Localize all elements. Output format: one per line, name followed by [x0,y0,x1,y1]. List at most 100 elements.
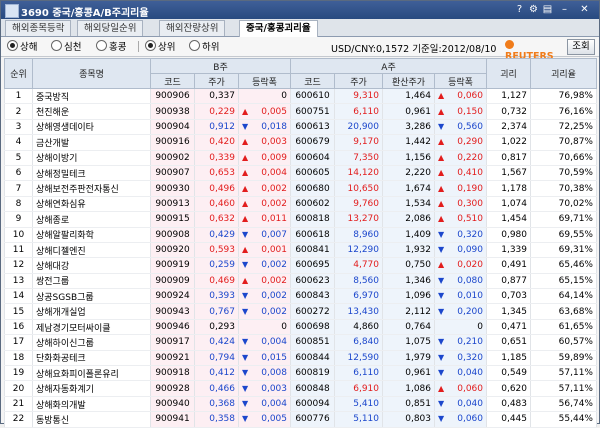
cell-b-price: 0,293 [194,319,239,336]
cell-a-code: 600679 [290,134,335,151]
radio-top[interactable]: 상위 [145,40,175,53]
up-arrow-icon: ▲ [438,106,445,116]
settings-icon[interactable]: ⚙ [528,4,539,15]
table-row[interactable]: 3 상해영생데이타 900904 0,912 ▼ 0,018 600613 20,900 3,2… [4,119,597,136]
table-row[interactable]: 20 상해자동화계기 900928 0,466 ▼ 0,003 600848 6,910 1,0… [4,380,597,397]
cell-gap: 0,549 [486,365,531,382]
radio-bottom[interactable]: 하위 [189,40,219,53]
down-arrow-icon: ▼ [438,337,445,347]
cell-b-price: 0,912 [194,119,239,136]
table-row[interactable]: 22 동방통신 900941 0,358 ▼ 0,005 600776 5,110 0,803 ▼… [4,411,597,428]
table-row[interactable]: 17 상해하이신그룹 900917 0,424 ▼ 0,004 600851 6,840 1,0… [4,334,597,351]
cell-a-converted: 1,442 [382,134,435,151]
cell-a-converted: 2,112 [382,303,435,320]
table-row[interactable]: 11 상해디젤엔진 900920 0,593 ▲ 0,001 600841 12,290 1,9… [4,242,597,259]
cell-rank: 8 [4,196,33,213]
tab-overseas-volume-top[interactable]: 해외잔량상위 [159,20,226,36]
header-b-change[interactable]: 등락폭 [238,73,291,89]
down-arrow-icon: ▼ [242,414,249,424]
help-icon[interactable]: ? [514,4,525,15]
cell-b-price: 0,460 [194,196,239,213]
menu-icon[interactable]: ▤ [542,4,553,15]
search-button[interactable]: 조회 [567,39,595,55]
cell-name: 상해하이신그룹 [32,334,151,351]
tab-overseas-change[interactable]: 해외종목등락 [5,20,72,36]
minimize-icon[interactable]: – [559,4,570,15]
table-row[interactable]: 8 상해연화심유 900913 0,460 ▲ 0,002 600602 9,760 1,534… [4,196,597,213]
cell-gap-rate: 64,14% [530,288,597,305]
radio-hongkong[interactable]: 홍콩 [96,40,126,53]
header-gap[interactable]: 괴리 [486,58,531,89]
cell-b-change: ▼ 0,005 [238,411,291,428]
down-arrow-icon: ▼ [242,229,249,239]
header-a-code[interactable]: 코드 [290,73,335,89]
cell-a-code: 600818 [290,211,335,228]
radio-shanghai[interactable]: 상해 [7,40,37,53]
table-row[interactable]: 10 상해알팔리화학 900908 0,429 ▼ 0,007 600618 8,960 1,4… [4,227,597,243]
tab-china-hk-gap[interactable]: 중국/홍콩괴리율 [239,20,318,37]
up-arrow-icon: ▲ [438,91,445,101]
cell-a-code: 600610 [290,88,335,105]
cell-a-code: 600272 [290,303,335,320]
close-icon[interactable]: ✕ [579,4,590,15]
table-row[interactable]: 4 금산개발 900916 0,420 ▲ 0,003 600679 9,170 1,442 ▲ 0… [4,134,597,151]
header-bshare: B주 [150,58,291,74]
table-row[interactable]: 16 제남경기모터싸이클 900946 0,293 0 600698 4,860 0,764 0… [4,319,597,336]
cell-gap-rate: 70,59% [530,165,597,182]
header-b-code[interactable]: 코드 [150,73,195,89]
cell-gap: 1,345 [486,303,531,320]
radio-shenzhen[interactable]: 심천 [51,40,81,53]
title-bar[interactable]: 3690 중국/홍콩A/B주괴리율 ? ⚙ ▤ – ✕ [1,1,599,19]
table-row[interactable]: 13 쌍전그룹 900909 0,469 ▲ 0,002 600623 8,560 1,346 ▼… [4,273,597,290]
header-a-converted[interactable]: 환산주가 [382,73,435,89]
table-row[interactable]: 2 천진해운 900938 0,229 ▲ 0,005 600751 6,110 0,961 ▲ 0… [4,103,597,120]
table-row[interactable]: 18 단화화공테크 900921 0,794 ▼ 0,015 600844 12,590 1,9… [4,350,597,367]
radio-dot [96,40,107,51]
tab-overseas-daily-rank[interactable]: 해외당일순위 [77,20,144,36]
cell-b-code: 900917 [150,334,195,351]
cell-b-price: 0,424 [194,334,239,351]
header-rank[interactable]: 순위 [4,58,33,89]
table-row[interactable]: 14 상공SGSB그룹 900924 0,393 ▼ 0,002 600843 6,970 1,… [4,288,597,305]
up-arrow-icon: ▲ [242,245,249,255]
cell-name: 천진해운 [32,103,151,120]
cell-gap-rate: 70,87% [530,134,597,151]
cell-name: 상해디젤엔진 [32,242,151,259]
cell-gap: 0,817 [486,150,531,166]
cell-gap-rate: 65,46% [530,257,597,274]
cell-a-change: ▼ 0,040 [434,396,487,413]
table-row[interactable]: 21 상해화의개발 900940 0,368 ▼ 0,004 600094 5,410 0,85… [4,396,597,413]
down-arrow-icon: ▼ [242,352,249,362]
header-b-price[interactable]: 주가 [194,73,239,89]
cell-a-code: 600605 [290,165,335,182]
table-row[interactable]: 6 상해정밀테크 900907 0,653 ▲ 0,004 600605 14,120 2,22… [4,165,597,182]
cell-a-change: ▼ 0,080 [434,273,487,290]
cell-gap: 0,703 [486,288,531,305]
table-row[interactable]: 1 중국방직 900906 0,337 0 600610 9,310 1,464 ▲ 0,060 1… [4,88,597,105]
cell-a-change: ▼ 0,210 [434,334,487,351]
table-row[interactable]: 7 상해보전주판전자통신 900930 0,496 ▲ 0,002 600680 10,650… [4,180,597,197]
table-row[interactable]: 19 상해요화피이폴론유리 900918 0,412 ▼ 0,008 600819 6,110… [4,365,597,382]
cell-a-converted: 0,961 [382,365,435,382]
cell-gap: 0,471 [486,319,531,336]
table-row[interactable]: 12 상해대강 900919 0,259 ▼ 0,002 600695 4,770 0,750 ▲… [4,257,597,274]
cell-name: 동방통신 [32,411,151,428]
header-a-change[interactable]: 등락폭 [434,73,487,89]
cell-name: 상해영생데이타 [32,119,151,136]
header-a-price[interactable]: 주가 [334,73,383,89]
cell-a-change: ▲ 0,150 [434,103,487,120]
control-bar: 상해 심천 홍콩 상위 하위 USD/CNY:0,1572 기준일:2012/0… [1,37,599,62]
cell-gap: 1,178 [486,180,531,197]
up-arrow-icon: ▲ [438,260,445,270]
table-row[interactable]: 15 상해개개실업 900943 0,767 ▼ 0,002 600272 13,430 2,1… [4,303,597,320]
down-arrow-icon: ▼ [438,414,445,424]
cell-a-change: ▼ 0,320 [434,350,487,367]
cell-b-code: 900941 [150,411,195,428]
header-name[interactable]: 종목명 [32,58,151,89]
cell-a-code: 600776 [290,411,335,428]
cell-b-code: 900930 [150,180,195,197]
table-row[interactable]: 9 상해종로 900915 0,632 ▲ 0,011 600818 13,270 2,086 ▲… [4,211,597,228]
cell-a-code: 600604 [290,150,335,166]
table-row[interactable]: 5 상해이방기 900902 0,339 ▲ 0,009 600604 7,350 1,156 ▲… [4,150,597,166]
header-gap-rate[interactable]: 괴리율 [530,58,597,89]
